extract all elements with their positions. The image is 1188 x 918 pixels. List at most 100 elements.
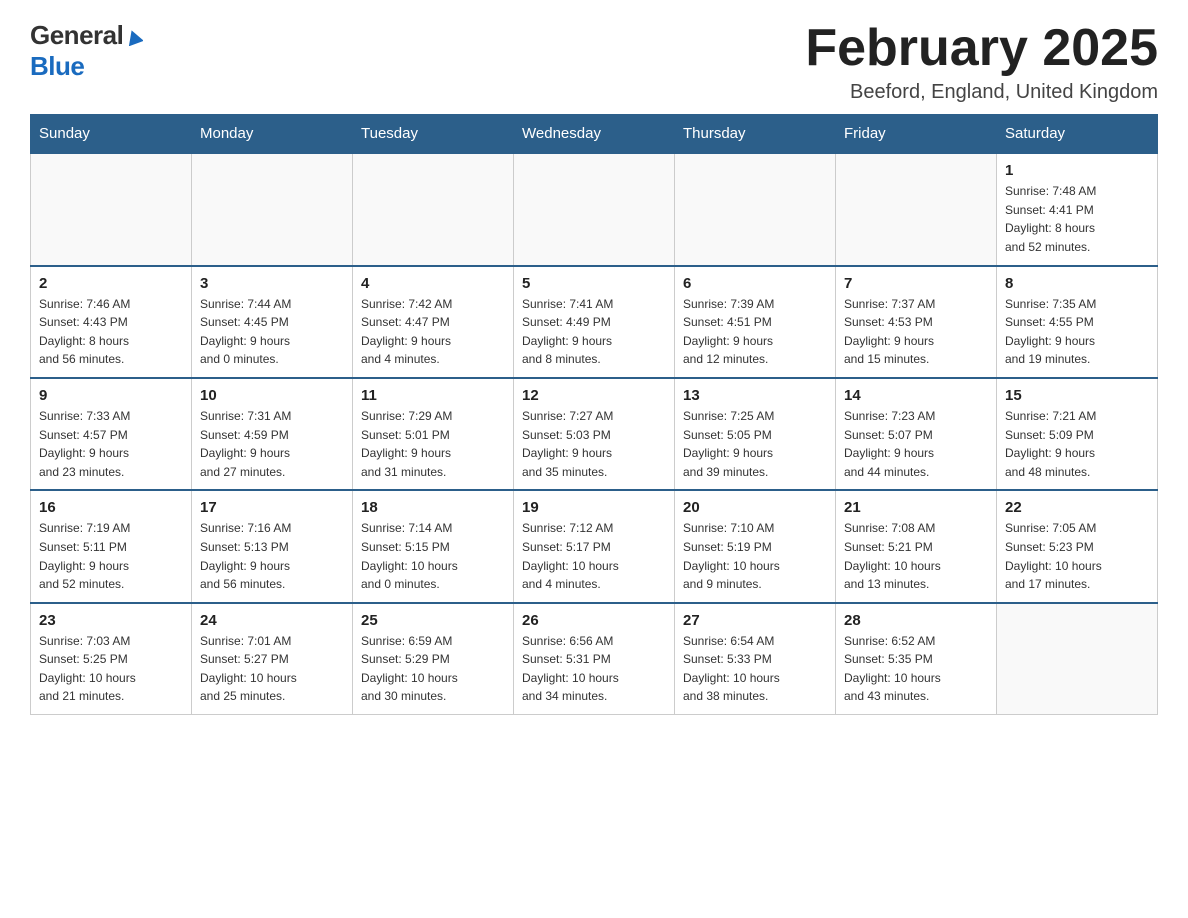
calendar-cell: 2Sunrise: 7:46 AM Sunset: 4:43 PM Daylig… [31,266,192,378]
day-number: 22 [1005,499,1149,516]
day-number: 25 [361,612,505,629]
day-number: 5 [522,275,666,292]
day-number: 21 [844,499,988,516]
day-number: 28 [844,612,988,629]
weekday-header-saturday: Saturday [997,115,1158,154]
day-number: 17 [200,499,344,516]
calendar-cell: 17 Sunrise: 7:16 AM Sunset: 5:13 PM Dayli… [192,490,353,602]
day-info: Sunrise: 7:05 AM Sunset: 5:23 PM Dayligh… [1005,519,1149,593]
weekday-header-monday: Monday [192,115,353,154]
calendar-table: SundayMondayTuesdayWednesdayThursdayFrid… [30,114,1158,715]
day-number: 11 [361,387,505,404]
day-info: Sunrise: 7:10 AM Sunset: 5:19 PM Dayligh… [683,519,827,593]
day-number: 15 [1005,387,1149,404]
calendar-cell: 12 Sunrise: 7:27 AM Sunset: 5:03 PM Dayli… [514,378,675,490]
day-number: 27 [683,612,827,629]
weekday-header-wednesday: Wednesday [514,115,675,154]
location-subtitle: Beeford, England, United Kingdom [805,81,1158,104]
weekday-header-sunday: Sunday [31,115,192,154]
calendar-cell: 19Sunrise: 7:12 AM Sunset: 5:17 PM Dayli… [514,490,675,602]
day-number: 3 [200,275,344,292]
calendar-cell: 13 Sunrise: 7:25 AM Sunset: 5:05 PM Dayli… [675,378,836,490]
calendar-cell: 23 Sunrise: 7:03 AM Sunset: 5:25 PM Dayli… [31,603,192,715]
page-header: General Blue February 2025 Beeford, Engl… [30,20,1158,104]
calendar-cell: 28 Sunrise: 6:52 AM Sunset: 5:35 PM Dayli… [836,603,997,715]
day-info: Sunrise: 7:48 AM Sunset: 4:41 PM Dayligh… [1005,182,1149,256]
logo: General Blue [30,20,143,82]
day-info: Sunrise: 7:41 AM Sunset: 4:49 PM Dayligh… [522,295,666,369]
day-number: 16 [39,499,183,516]
calendar-week-row: 2Sunrise: 7:46 AM Sunset: 4:43 PM Daylig… [31,266,1158,378]
calendar-cell: 16 Sunrise: 7:19 AM Sunset: 5:11 PM Dayli… [31,490,192,602]
calendar-cell: 27Sunrise: 6:54 AM Sunset: 5:33 PM Dayli… [675,603,836,715]
day-info: Sunrise: 6:52 AM Sunset: 5:35 PM Dayligh… [844,632,988,706]
day-info: Sunrise: 7:19 AM Sunset: 5:11 PM Dayligh… [39,519,183,593]
calendar-cell: 8 Sunrise: 7:35 AM Sunset: 4:55 PM Daylig… [997,266,1158,378]
logo-triangle-icon [125,28,143,46]
calendar-cell [192,153,353,265]
calendar-cell: 1 Sunrise: 7:48 AM Sunset: 4:41 PM Daylig… [997,153,1158,265]
calendar-week-row: 23 Sunrise: 7:03 AM Sunset: 5:25 PM Dayli… [31,603,1158,715]
calendar-cell: 18 Sunrise: 7:14 AM Sunset: 5:15 PM Dayli… [353,490,514,602]
calendar-week-row: 16 Sunrise: 7:19 AM Sunset: 5:11 PM Dayli… [31,490,1158,602]
weekday-header-tuesday: Tuesday [353,115,514,154]
day-number: 7 [844,275,988,292]
logo-general-text: General [30,20,123,51]
day-number: 8 [1005,275,1149,292]
calendar-cell: 26 Sunrise: 6:56 AM Sunset: 5:31 PM Dayli… [514,603,675,715]
calendar-cell: 5 Sunrise: 7:41 AM Sunset: 4:49 PM Daylig… [514,266,675,378]
calendar-cell: 11 Sunrise: 7:29 AM Sunset: 5:01 PM Dayli… [353,378,514,490]
day-number: 6 [683,275,827,292]
weekday-header-thursday: Thursday [675,115,836,154]
calendar-cell: 21 Sunrise: 7:08 AM Sunset: 5:21 PM Dayli… [836,490,997,602]
day-info: Sunrise: 7:25 AM Sunset: 5:05 PM Dayligh… [683,407,827,481]
calendar-cell: 22 Sunrise: 7:05 AM Sunset: 5:23 PM Dayli… [997,490,1158,602]
day-number: 23 [39,612,183,629]
day-info: Sunrise: 7:33 AM Sunset: 4:57 PM Dayligh… [39,407,183,481]
calendar-cell: 6 Sunrise: 7:39 AM Sunset: 4:51 PM Daylig… [675,266,836,378]
calendar-cell: 10 Sunrise: 7:31 AM Sunset: 4:59 PM Dayli… [192,378,353,490]
day-number: 14 [844,387,988,404]
weekday-header-friday: Friday [836,115,997,154]
day-info: Sunrise: 7:16 AM Sunset: 5:13 PM Dayligh… [200,519,344,593]
calendar-week-row: 9 Sunrise: 7:33 AM Sunset: 4:57 PM Daylig… [31,378,1158,490]
day-info: Sunrise: 6:59 AM Sunset: 5:29 PM Dayligh… [361,632,505,706]
day-info: Sunrise: 7:27 AM Sunset: 5:03 PM Dayligh… [522,407,666,481]
calendar-week-row: 1 Sunrise: 7:48 AM Sunset: 4:41 PM Daylig… [31,153,1158,265]
calendar-cell: 4Sunrise: 7:42 AM Sunset: 4:47 PM Daylig… [353,266,514,378]
calendar-cell: 24Sunrise: 7:01 AM Sunset: 5:27 PM Dayli… [192,603,353,715]
day-number: 20 [683,499,827,516]
day-number: 12 [522,387,666,404]
day-info: Sunrise: 6:56 AM Sunset: 5:31 PM Dayligh… [522,632,666,706]
logo-blue-text: Blue [30,51,84,82]
day-number: 18 [361,499,505,516]
day-info: Sunrise: 7:03 AM Sunset: 5:25 PM Dayligh… [39,632,183,706]
day-info: Sunrise: 7:46 AM Sunset: 4:43 PM Dayligh… [39,295,183,369]
title-block: February 2025 Beeford, England, United K… [805,20,1158,104]
day-number: 4 [361,275,505,292]
day-number: 1 [1005,162,1149,179]
month-title: February 2025 [805,20,1158,77]
day-info: Sunrise: 7:23 AM Sunset: 5:07 PM Dayligh… [844,407,988,481]
calendar-cell: 9 Sunrise: 7:33 AM Sunset: 4:57 PM Daylig… [31,378,192,490]
day-info: Sunrise: 7:12 AM Sunset: 5:17 PM Dayligh… [522,519,666,593]
calendar-header-row: SundayMondayTuesdayWednesdayThursdayFrid… [31,115,1158,154]
day-number: 10 [200,387,344,404]
day-info: Sunrise: 7:29 AM Sunset: 5:01 PM Dayligh… [361,407,505,481]
day-number: 26 [522,612,666,629]
day-info: Sunrise: 7:14 AM Sunset: 5:15 PM Dayligh… [361,519,505,593]
calendar-cell: 20 Sunrise: 7:10 AM Sunset: 5:19 PM Dayli… [675,490,836,602]
calendar-cell: 14 Sunrise: 7:23 AM Sunset: 5:07 PM Dayli… [836,378,997,490]
calendar-cell: 3 Sunrise: 7:44 AM Sunset: 4:45 PM Daylig… [192,266,353,378]
day-number: 9 [39,387,183,404]
day-info: Sunrise: 7:44 AM Sunset: 4:45 PM Dayligh… [200,295,344,369]
calendar-cell [514,153,675,265]
calendar-cell: 25 Sunrise: 6:59 AM Sunset: 5:29 PM Dayli… [353,603,514,715]
day-info: Sunrise: 7:35 AM Sunset: 4:55 PM Dayligh… [1005,295,1149,369]
day-number: 24 [200,612,344,629]
day-info: Sunrise: 7:39 AM Sunset: 4:51 PM Dayligh… [683,295,827,369]
day-info: Sunrise: 7:31 AM Sunset: 4:59 PM Dayligh… [200,407,344,481]
day-info: Sunrise: 7:08 AM Sunset: 5:21 PM Dayligh… [844,519,988,593]
calendar-cell [353,153,514,265]
day-number: 13 [683,387,827,404]
